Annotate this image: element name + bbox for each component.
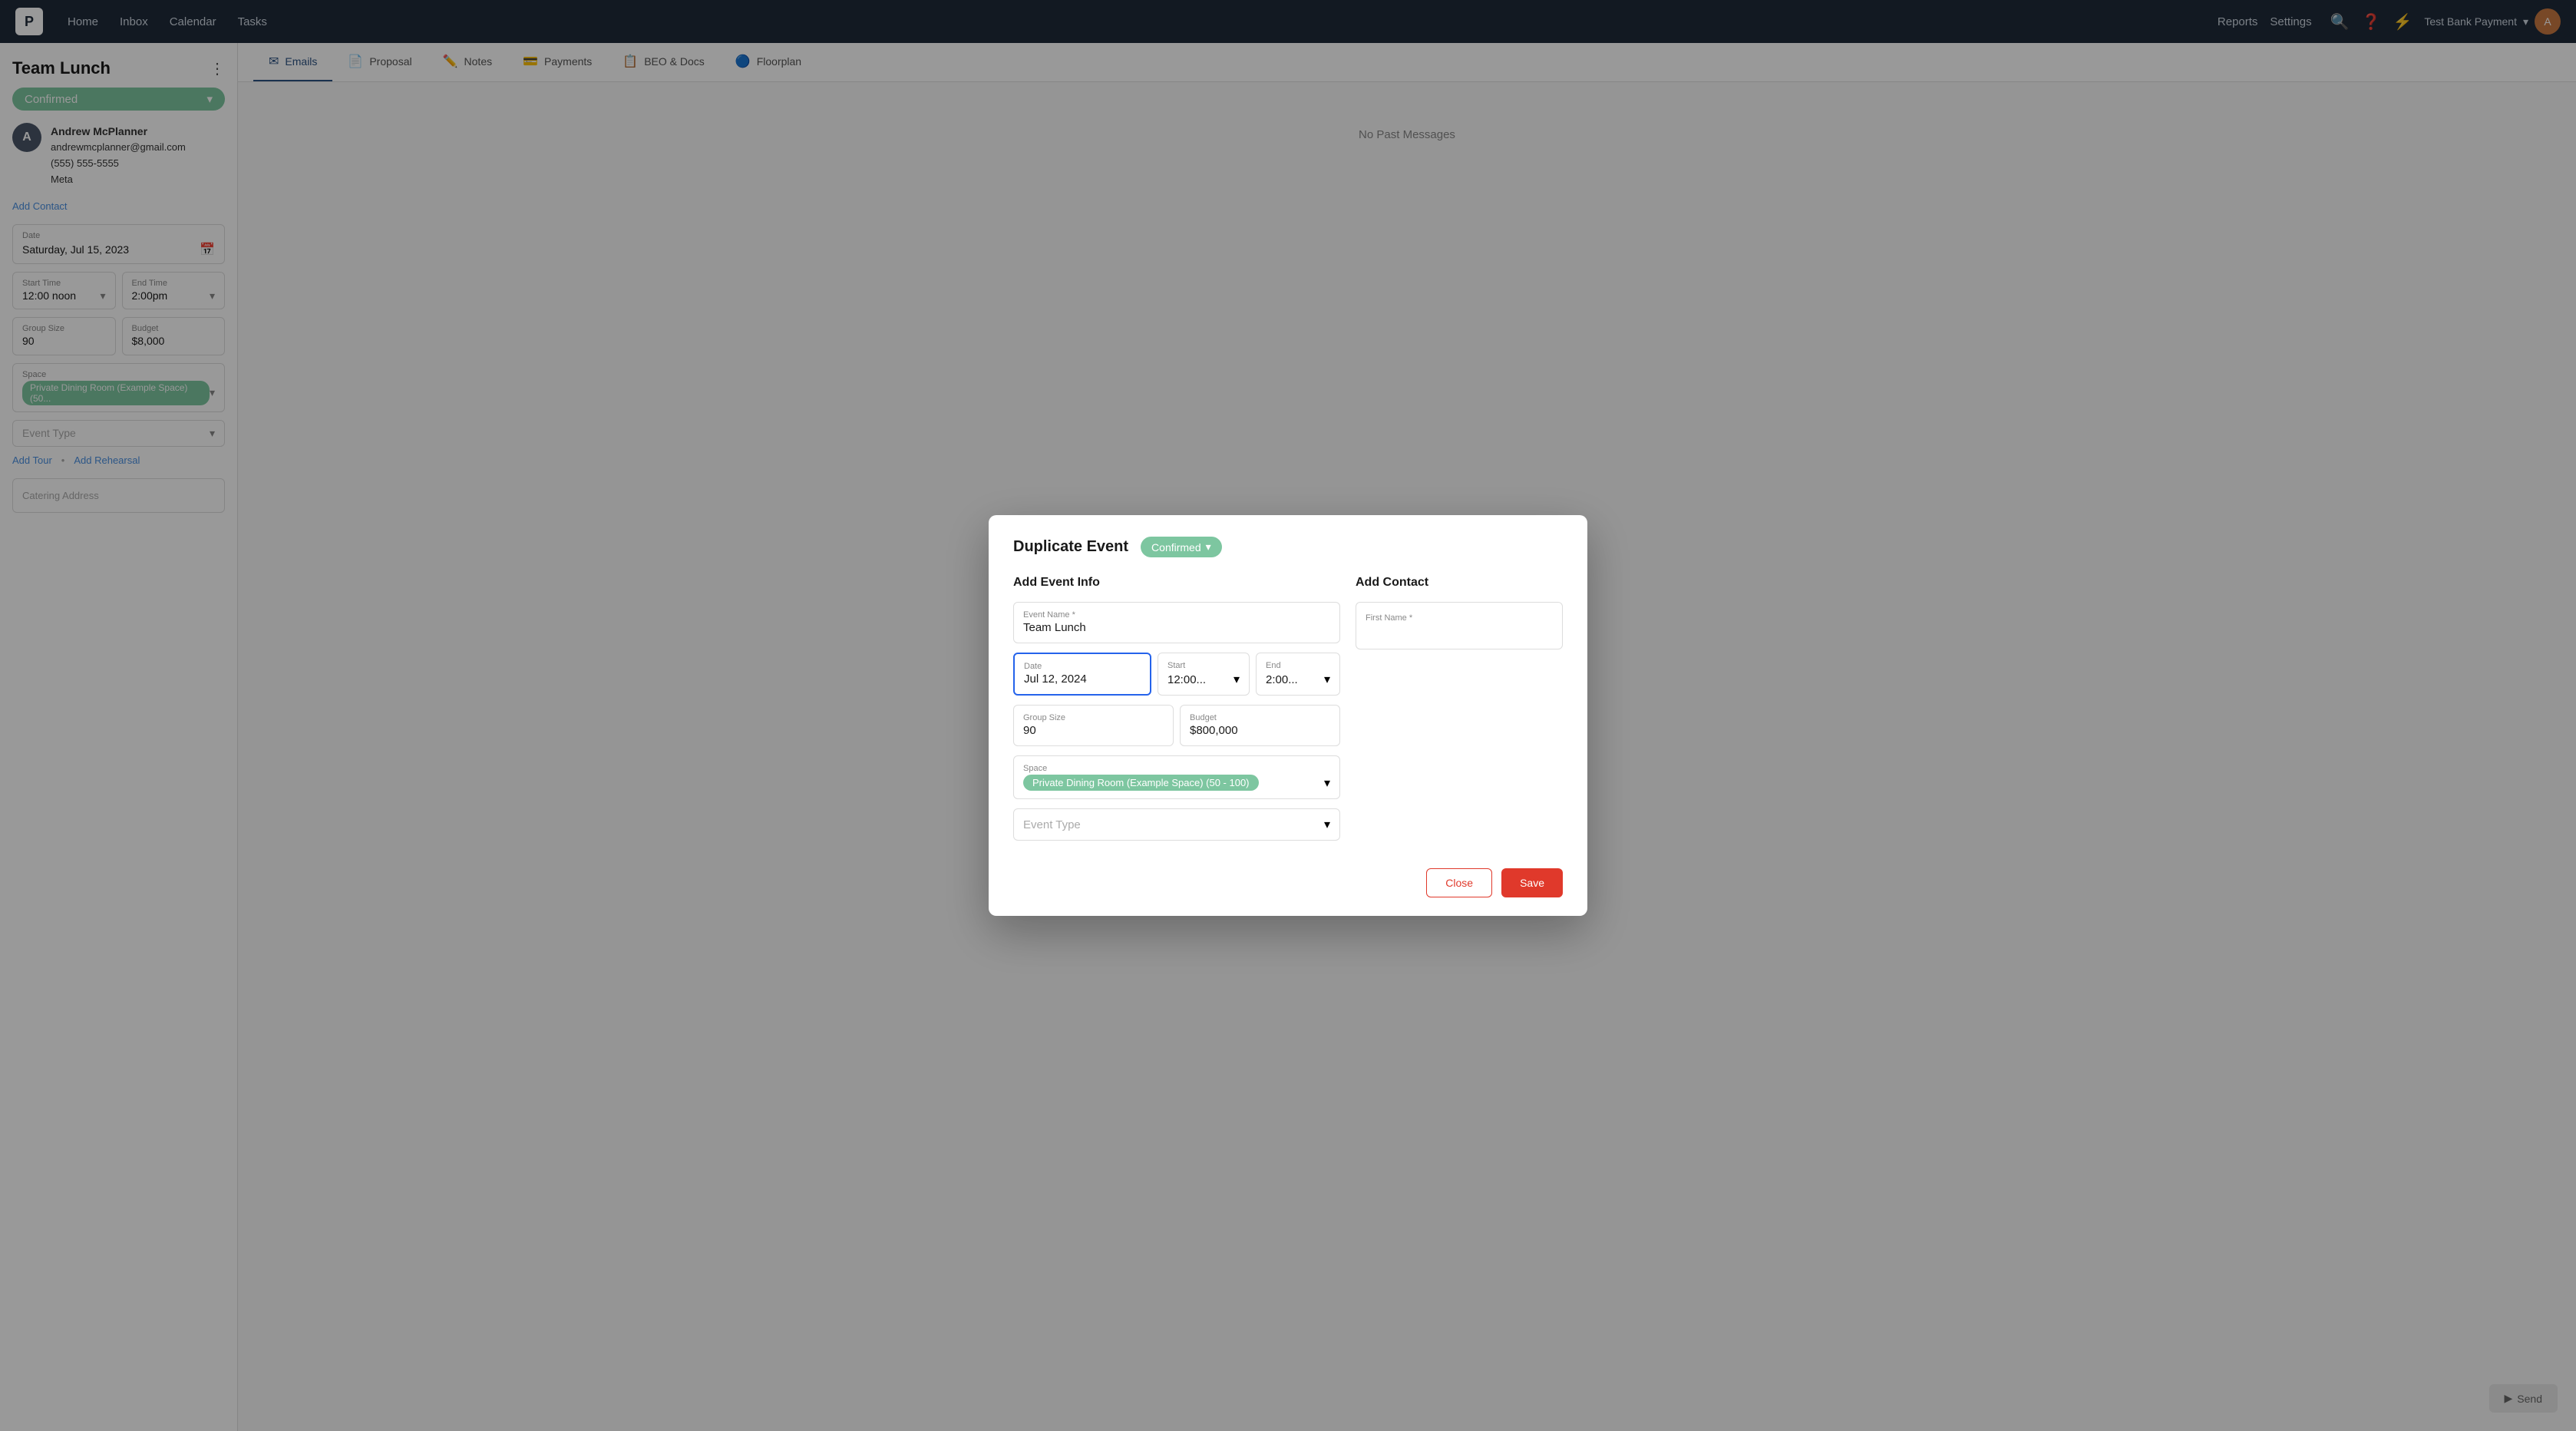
chevron-down-icon: ▾: [1206, 540, 1211, 554]
chevron-down-icon: ▾: [1234, 672, 1240, 687]
modal-event-name-field[interactable]: Event Name *: [1013, 602, 1340, 643]
modal-event-name-label: Event Name *: [1023, 610, 1330, 620]
duplicate-event-modal: Duplicate Event Confirmed ▾ Add Event In…: [989, 515, 1587, 916]
modal-start-value: 12:00...: [1167, 673, 1234, 686]
modal-group-size-field[interactable]: Group Size: [1013, 705, 1174, 746]
add-event-info-title: Add Event Info: [1013, 576, 1340, 590]
modal-group-budget-row: Group Size Budget: [1013, 705, 1340, 746]
modal-group-size-label: Group Size: [1023, 713, 1164, 722]
modal-header: Duplicate Event Confirmed ▾: [1013, 537, 1563, 557]
modal-event-type-placeholder: Event Type: [1023, 818, 1081, 831]
modal-end-value: 2:00...: [1266, 673, 1324, 686]
add-contact-title: Add Contact: [1356, 576, 1563, 590]
chevron-down-icon: ▾: [1324, 672, 1330, 687]
modal-start-field[interactable]: Start 12:00... ▾: [1158, 653, 1250, 696]
save-button[interactable]: Save: [1501, 868, 1563, 897]
chevron-down-icon: ▾: [1324, 817, 1330, 832]
modal-budget-field[interactable]: Budget: [1180, 705, 1340, 746]
modal-event-type-field[interactable]: Event Type ▾: [1013, 808, 1340, 841]
modal-space-chip: Private Dining Room (Example Space) (50 …: [1023, 775, 1259, 791]
modal-date-label: Date: [1024, 662, 1141, 671]
modal-budget-label: Budget: [1190, 713, 1330, 722]
modal-overlay[interactable]: Duplicate Event Confirmed ▾ Add Event In…: [0, 0, 2576, 1431]
modal-space-label: Space: [1023, 764, 1330, 773]
modal-budget-input[interactable]: [1190, 724, 1330, 737]
modal-title: Duplicate Event: [1013, 538, 1128, 556]
modal-first-name-input[interactable]: [1366, 624, 1553, 637]
close-button[interactable]: Close: [1426, 868, 1492, 897]
chevron-down-icon: ▾: [1324, 775, 1330, 791]
modal-status-badge[interactable]: Confirmed ▾: [1141, 537, 1222, 557]
modal-footer: Close Save: [1013, 868, 1563, 897]
modal-event-info-section: Add Event Info Event Name * Date Jul 12,…: [1013, 576, 1340, 850]
modal-event-name-input[interactable]: [1023, 621, 1330, 634]
modal-body: Add Event Info Event Name * Date Jul 12,…: [1013, 576, 1563, 850]
modal-space-field[interactable]: Space Private Dining Room (Example Space…: [1013, 755, 1340, 799]
modal-date-time-row: Date Jul 12, 2024 Start 12:00... ▾ End: [1013, 653, 1340, 696]
modal-contact-section: Add Contact First Name *: [1356, 576, 1563, 850]
modal-start-label: Start: [1167, 661, 1240, 670]
modal-date-value: Jul 12, 2024: [1024, 673, 1141, 686]
modal-first-name-label: First Name *: [1366, 613, 1553, 623]
modal-end-field[interactable]: End 2:00... ▾: [1256, 653, 1340, 696]
modal-first-name-field[interactable]: First Name *: [1356, 602, 1563, 649]
modal-date-field[interactable]: Date Jul 12, 2024: [1013, 653, 1151, 696]
modal-end-label: End: [1266, 661, 1330, 670]
modal-group-size-input[interactable]: [1023, 724, 1164, 737]
